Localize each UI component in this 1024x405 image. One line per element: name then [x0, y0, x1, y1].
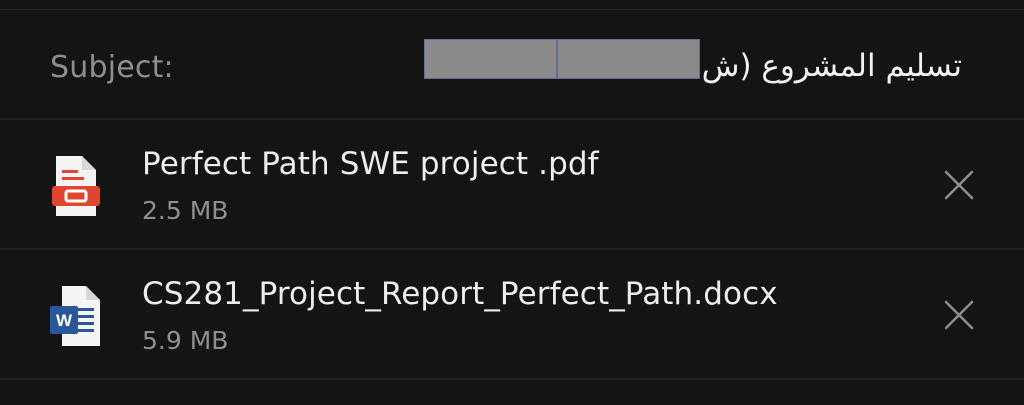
redaction-block	[424, 39, 557, 79]
word-badge-letter: W	[56, 311, 73, 330]
remove-attachment-button[interactable]	[942, 168, 976, 202]
attachment-item-docx[interactable]: W CS281_Project_Report_Perfect_Path.docx…	[0, 252, 1024, 380]
attachment-size: 2.5 MB	[142, 196, 229, 225]
close-icon	[944, 300, 974, 330]
close-icon	[944, 170, 974, 200]
redaction-block	[557, 39, 700, 79]
attachment-size: 5.9 MB	[142, 326, 229, 355]
pdf-icon	[48, 154, 104, 218]
bottom-spacer	[0, 382, 1024, 405]
attachment-name[interactable]: Perfect Path SWE project .pdf	[142, 146, 599, 182]
word-icon: W	[48, 284, 104, 348]
header-strip	[0, 0, 1024, 10]
subject-value[interactable]: تسليم المشروع (ش	[702, 48, 962, 84]
remove-attachment-button[interactable]	[942, 298, 976, 332]
subject-label: Subject:	[50, 50, 174, 85]
attachment-name[interactable]: CS281_Project_Report_Perfect_Path.docx	[142, 276, 778, 312]
attachment-item-pdf[interactable]: Perfect Path SWE project .pdf 2.5 MB	[0, 122, 1024, 250]
